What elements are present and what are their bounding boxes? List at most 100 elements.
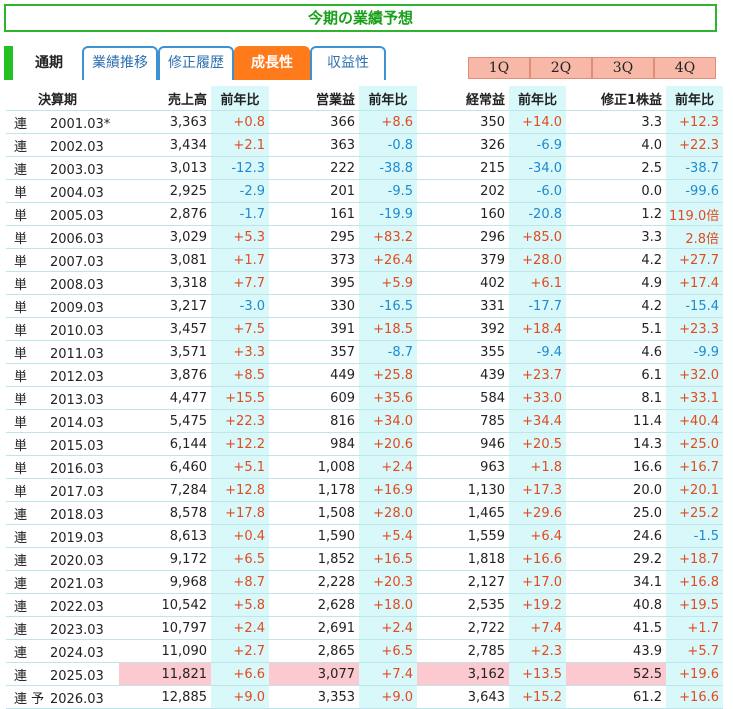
cell-sales-yoy: +17.8: [211, 501, 269, 525]
cell-sales: 3,363: [119, 110, 211, 134]
cell-period: 2006.03: [50, 231, 104, 247]
cell-fiscal-period: 単 2017.03: [6, 478, 119, 502]
cell-ord-profit: 392: [417, 317, 509, 341]
cell-ord-profit: 3,162: [417, 662, 509, 686]
cell-ord-profit-yoy: -6.0: [509, 179, 566, 203]
cell-sales-yoy: +2.7: [211, 639, 269, 663]
header-sales: 売上高: [119, 86, 211, 111]
cell-op-profit: 449: [269, 363, 359, 387]
header-yoy: 前年比: [666, 86, 723, 111]
header-yoy: 前年比: [509, 86, 566, 111]
cell-period: 2020.03: [50, 553, 104, 569]
cell-consolidation-type: 単: [14, 415, 28, 431]
cell-ord-profit: 326: [417, 133, 509, 157]
cell-consolidation-type: 連: [14, 599, 28, 615]
tab-growth[interactable]: 成長性: [234, 46, 310, 80]
cell-sales: 3,029: [119, 225, 211, 249]
cell-eps-yoy: -9.9: [666, 340, 723, 364]
cell-ord-profit-yoy: +15.2: [509, 685, 566, 709]
cell-fiscal-period: 単 2009.03: [6, 294, 119, 318]
cell-sales: 2,876: [119, 202, 211, 226]
cell-sales-yoy: +2.4: [211, 616, 269, 640]
cell-eps-yoy: -38.7: [666, 156, 723, 180]
cell-ord-profit-yoy: -17.7: [509, 294, 566, 318]
cell-fiscal-period: 単 2012.03: [6, 363, 119, 387]
cell-eps: 6.1: [566, 363, 666, 387]
cell-ord-profit-yoy: -34.0: [509, 156, 566, 180]
tab-profitability[interactable]: 収益性: [310, 46, 386, 80]
cell-op-profit: 2,628: [269, 593, 359, 617]
cell-consolidation-type: 連: [14, 139, 28, 155]
cell-ord-profit: 379: [417, 248, 509, 272]
accent-bar: [4, 46, 13, 80]
cell-eps-yoy: +40.4: [666, 409, 723, 433]
cell-eps: 20.0: [566, 478, 666, 502]
cell-ord-profit-yoy: +85.0: [509, 225, 566, 249]
cell-ord-profit-yoy: +17.3: [509, 478, 566, 502]
cell-consolidation-type: 連: [14, 507, 28, 523]
header-operating-profit: 営業益: [269, 86, 359, 111]
cell-eps-yoy: +27.7: [666, 248, 723, 272]
cell-consolidation-type: 連: [14, 668, 28, 684]
cell-consolidation-type: 連: [14, 576, 28, 592]
cell-consolidation-type: 単: [14, 254, 28, 270]
cell-ord-profit-yoy: +17.0: [509, 570, 566, 594]
cell-op-profit-yoy: -16.5: [359, 294, 417, 318]
cell-consolidation-type: 単: [14, 438, 28, 454]
cell-period: 2018.03: [50, 507, 104, 523]
cell-fiscal-period: 単 2006.03: [6, 225, 119, 249]
tab-revision-history[interactable]: 修正履歴: [158, 46, 234, 80]
cell-eps: 4.2: [566, 248, 666, 272]
cell-sales-yoy: +1.7: [211, 248, 269, 272]
cell-sales-yoy: +8.7: [211, 570, 269, 594]
cell-ord-profit-yoy: +18.4: [509, 317, 566, 341]
tab-performance-trend[interactable]: 業績推移: [82, 46, 158, 80]
cell-period: 2015.03: [50, 438, 104, 454]
cell-op-profit: 366: [269, 110, 359, 134]
cell-sales: 3,318: [119, 271, 211, 295]
cell-ord-profit: 2,722: [417, 616, 509, 640]
cell-sales: 8,578: [119, 501, 211, 525]
cell-eps: 25.0: [566, 501, 666, 525]
cell-op-profit: 1,178: [269, 478, 359, 502]
cell-eps: 3.3: [566, 110, 666, 134]
quarter-button-2q[interactable]: 2Q: [530, 57, 592, 79]
cell-fiscal-period: 連 2022.03: [6, 593, 119, 617]
cell-sales: 3,013: [119, 156, 211, 180]
cell-op-profit-yoy: -19.9: [359, 202, 417, 226]
cell-ord-profit: 1,130: [417, 478, 509, 502]
cell-sales-yoy: -12.3: [211, 156, 269, 180]
cell-sales-yoy: +5.1: [211, 455, 269, 479]
cell-sales: 9,172: [119, 547, 211, 571]
cell-ord-profit-yoy: +6.4: [509, 524, 566, 548]
cell-consolidation-type: 連: [14, 622, 28, 638]
cell-sales-yoy: -2.9: [211, 179, 269, 203]
header-ordinary-profit: 経常益: [417, 86, 509, 111]
cell-sales: 12,885: [119, 685, 211, 709]
cell-ord-profit-yoy: +20.5: [509, 432, 566, 456]
cell-op-profit: 391: [269, 317, 359, 341]
cell-op-profit: 161: [269, 202, 359, 226]
cell-op-profit-yoy: +18.5: [359, 317, 417, 341]
cell-eps-yoy: +19.5: [666, 593, 723, 617]
cell-eps-yoy: +5.7: [666, 639, 723, 663]
cell-period: 2017.03: [50, 484, 104, 500]
cell-period: 2002.03: [50, 139, 104, 155]
cell-ord-profit: 296: [417, 225, 509, 249]
cell-sales: 3,434: [119, 133, 211, 157]
cell-eps: 11.4: [566, 409, 666, 433]
cell-eps-yoy: +25.2: [666, 501, 723, 525]
cell-fiscal-period: 単 2004.03: [6, 179, 119, 203]
cell-ord-profit-yoy: +29.6: [509, 501, 566, 525]
cell-eps: 41.5: [566, 616, 666, 640]
cell-sales: 2,925: [119, 179, 211, 203]
cell-period: 2011.03: [50, 346, 104, 362]
header-yoy: 前年比: [211, 86, 269, 111]
quarter-button-1q[interactable]: 1Q: [468, 57, 530, 79]
cell-op-profit: 330: [269, 294, 359, 318]
cell-ord-profit-yoy: -9.4: [509, 340, 566, 364]
quarter-button-4q[interactable]: 4Q: [654, 57, 716, 79]
quarter-button-3q[interactable]: 3Q: [592, 57, 654, 79]
cell-sales: 9,968: [119, 570, 211, 594]
tab-bar: 通期 業績推移 修正履歴 成長性 収益性 1Q 2Q 3Q 4Q: [4, 46, 729, 82]
